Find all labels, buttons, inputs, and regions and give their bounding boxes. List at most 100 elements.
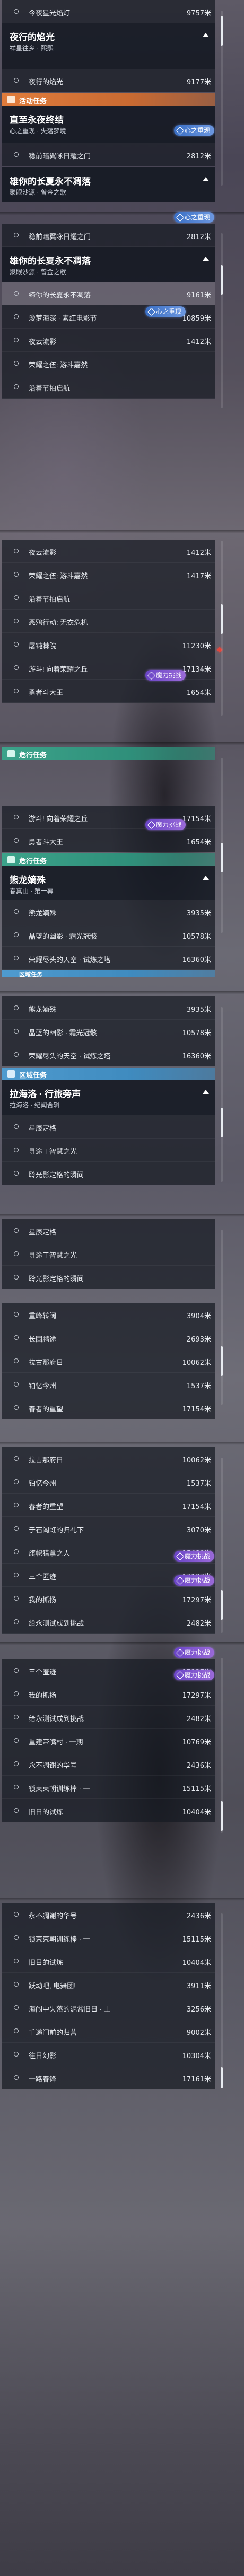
list-item[interactable]: 寻途于智慧之光 [2, 1139, 215, 1162]
quest-bullet-icon [14, 1124, 19, 1129]
list-item[interactable]: 恶鸦行动: 无衣危机 [2, 610, 215, 633]
scrollbar-thumb[interactable] [221, 2067, 223, 2088]
quest-name: 我的抓扬 [29, 1596, 57, 1604]
quest-group-header[interactable]: 夜行的焰光 祥星往乡 · 熙熙 [2, 23, 215, 69]
scrollbar[interactable] [221, 1007, 223, 1182]
scrollbar[interactable] [221, 1230, 223, 1405]
list-item[interactable]: 稳前暗翼咏日耀之门 2812米 [2, 224, 215, 247]
list-item[interactable]: 铂忆今州 1537米 [2, 1470, 215, 1494]
list-item[interactable]: 荣耀尽头的天空 · 试炼之塔 16360米 [2, 947, 215, 970]
list-item[interactable]: 夜云流影 1412米 [2, 329, 215, 352]
category-area[interactable]: 区域任务 [2, 970, 215, 978]
list-item[interactable]: 跃动吧, 电舞团! 3911米 [2, 1973, 215, 1996]
special-icon [7, 750, 15, 757]
quest-group-header[interactable]: 拉海洛 · 行旅旁声 拉海洛 · 纪闻合辑 [2, 1080, 215, 1115]
quest-distance: 11230米 [182, 642, 211, 650]
quest-bullet-icon [14, 1382, 19, 1387]
group-title: 雄你的长夏永不凋落 [10, 256, 91, 266]
scrollbar[interactable] [221, 758, 223, 933]
scrollbar-thumb[interactable] [221, 1590, 223, 1620]
scrollbar[interactable] [221, 1913, 223, 2088]
list-item[interactable]: 永不凋谢的华号 2436米 [2, 1903, 215, 1926]
list-item[interactable]: 海闯中失落的泥盆旧日 · 上 3256米 [2, 1996, 215, 2019]
list-item[interactable]: 我的抓扬 17297米 [2, 1682, 215, 1706]
list-item[interactable]: 稳前暗翼咏日耀之门 2812米 [2, 143, 215, 166]
list-item[interactable]: 拉古那府日 10062米 [2, 1447, 215, 1470]
category-activity[interactable]: 活动任务 [2, 93, 215, 106]
list-item[interactable]: 屠钝棘院 11230米 [2, 633, 215, 656]
quest-distance: 1412米 [186, 338, 211, 346]
scrollbar[interactable] [221, 233, 223, 408]
scrollbar[interactable] [221, 1658, 223, 1833]
list-item[interactable]: 千递门前的归营 9002米 [2, 2019, 215, 2043]
list-item[interactable]: 聆光影定格的瞬间 [2, 1266, 215, 1289]
list-item[interactable]: 春者的重望 17154米 [2, 1396, 215, 1419]
list-item[interactable]: 拉古那府日 10062米 [2, 1349, 215, 1373]
tag-badge: 心之重现 [173, 212, 214, 223]
list-item[interactable]: 寻途于智慧之光 [2, 1242, 215, 1266]
list-item[interactable]: 锁束束朝训练棒 · 一 15115米 [2, 1776, 215, 1799]
list-item[interactable]: 聆光影定格的瞬间 [2, 1162, 215, 1185]
badge-label: 心之重现 [155, 308, 181, 315]
list-item[interactable]: 长固鹏途 2693米 [2, 1326, 215, 1349]
list-item[interactable]: 锁束束朝训练棒 · 一 15115米 [2, 1926, 215, 1949]
list-item[interactable]: 今夜星光焰灯 9757米 [2, 0, 215, 23]
scrollbar-thumb[interactable] [221, 1346, 223, 1376]
quest-bullet-icon [14, 1619, 19, 1624]
quest-distance: 1654米 [186, 689, 211, 697]
list-item[interactable]: 给永测试成到挑战 2482米 [2, 1706, 215, 1729]
badge-label: 魔力挑战 [155, 672, 181, 679]
scrollbar-thumb[interactable] [221, 604, 223, 634]
list-item[interactable]: 沿着节拍启航 [2, 375, 215, 399]
list-item[interactable]: 勇者斗大王 1654米 [2, 829, 215, 852]
quest-group-header[interactable]: 直至永夜终结 心之重现 · 失落梦境 [2, 106, 215, 143]
list-item[interactable]: 沿着节拍启航 [2, 586, 215, 610]
quest-name: 给永测试成到挑战 [29, 1619, 84, 1627]
scrollbar[interactable] [221, 1458, 223, 1633]
list-item[interactable]: 一路春锋 17161米 [2, 2066, 215, 2089]
list-item[interactable]: 往日幻影 10304米 [2, 2043, 215, 2066]
category-area[interactable]: 区域任务 [2, 1068, 215, 1080]
list-item[interactable]: 荣耀之伍: 游斗嘉然 1417米 [2, 563, 215, 586]
list-item[interactable]: 熊龙嫡殊 3935米 [2, 996, 215, 1020]
list-item[interactable]: 铂忆今州 1537米 [2, 1373, 215, 1396]
list-item[interactable]: 勇者斗大王 1654米 [2, 680, 215, 703]
list-item[interactable]: 夜行的焰光 9177米 [2, 69, 215, 92]
list-item[interactable]: 旧日的试炼 10404米 [2, 1949, 215, 1973]
quest-bullet-icon [14, 838, 19, 843]
list-item[interactable]: 熊龙嫡殊 3935米 [2, 900, 215, 923]
category-label: 区域任务 [19, 972, 42, 978]
scrollbar[interactable] [221, 541, 223, 716]
list-item[interactable]: 星辰定格 [2, 1115, 215, 1139]
category-special[interactable]: 危行任务 [2, 853, 215, 866]
quest-distance: 17134米 [182, 666, 211, 674]
list-item[interactable]: 给永测试成到挑战 2482米 [2, 1610, 215, 1634]
list-item[interactable]: 荣耀之伍: 游斗嘉然 [2, 352, 215, 375]
scrollbar-thumb[interactable] [221, 16, 223, 46]
scrollbar-thumb[interactable] [221, 1801, 223, 1831]
list-item[interactable]: 旧日的试炼 10404米 [2, 1799, 215, 1822]
list-item[interactable]: 缔你的长夏永不凋落 9161米 [2, 282, 215, 305]
list-item[interactable]: 夜云流影 1412米 [2, 540, 215, 563]
list-item[interactable]: 于石闾虹的归礼下 3070米 [2, 1517, 215, 1540]
list-item[interactable]: 晶蓝的幽影 · 霜光冠骸 10578米 [2, 923, 215, 947]
quest-group-header[interactable]: 雄你的长夏永不凋落 聚眼沙源 · 曾金之歌 [2, 247, 215, 282]
list-item[interactable]: 荣耀尽头的天空 · 试炼之塔 16360米 [2, 1043, 215, 1066]
list-item[interactable]: 重建帝嘴村 · 一期 10769米 [2, 1729, 215, 1752]
quest-group-header[interactable]: 雄你的长夏永不凋落 聚眼沙源 · 曾金之歌 [2, 167, 215, 202]
list-item[interactable]: 重峰转阔 3904米 [2, 1303, 215, 1326]
quest-group-header[interactable]: 熊龙嫡殊 春真山 · 第一幕 [2, 866, 215, 900]
quest-name: 永不凋谢的华号 [29, 1761, 77, 1769]
list-item[interactable]: 我的抓扬 17297米 [2, 1587, 215, 1610]
scrollbar[interactable] [221, 11, 223, 186]
list-item[interactable]: 春者的重望 17154米 [2, 1494, 215, 1517]
list-item[interactable]: 永不凋谢的华号 2436米 [2, 1752, 215, 1776]
scrollbar-thumb[interactable] [221, 265, 223, 295]
quest-name: 春者的重望 [29, 1503, 64, 1511]
scrollbar-thumb[interactable] [221, 843, 223, 872]
quest-name: 沿着节拍启航 [29, 595, 71, 603]
scrollbar-thumb[interactable] [221, 1108, 223, 1137]
list-item[interactable]: 星辰定格 [2, 1219, 215, 1242]
category-special[interactable]: 危行任务 [2, 747, 215, 760]
list-item[interactable]: 晶蓝的幽影 · 霜光冠骸 10578米 [2, 1020, 215, 1043]
